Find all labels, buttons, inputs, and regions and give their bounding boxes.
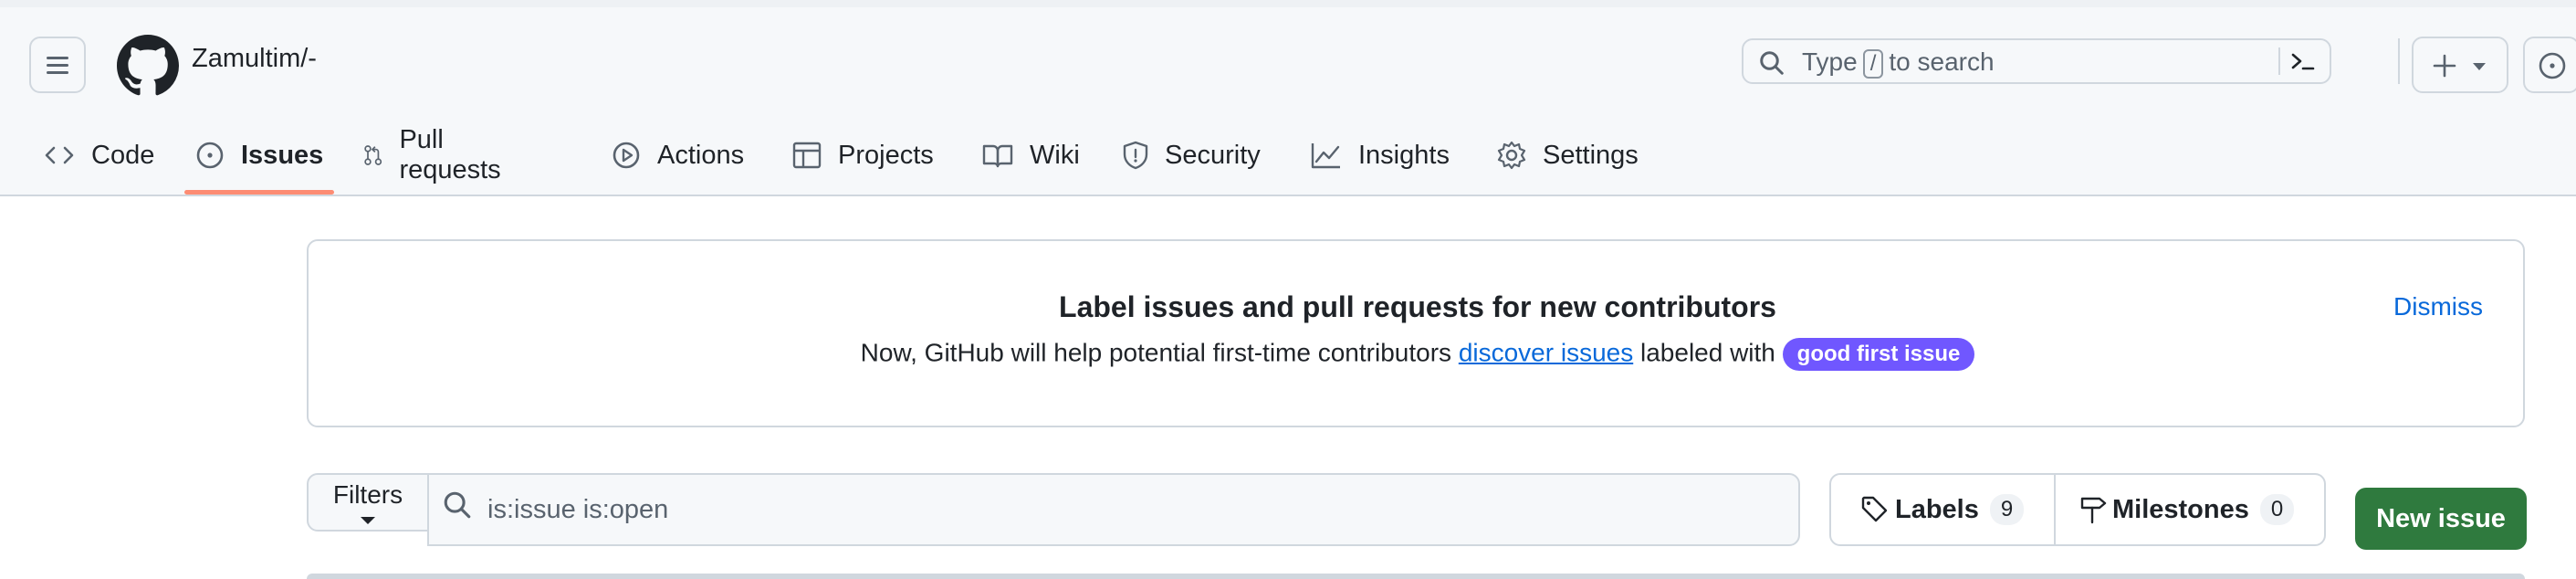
menu-button[interactable] xyxy=(29,37,86,93)
repo-breadcrumb[interactable]: Zamultim/- xyxy=(192,44,317,74)
filters-label: Filters xyxy=(332,480,403,509)
labels-milestones-group: Labels 9 Milestones 0 xyxy=(1829,473,2326,546)
create-new-button[interactable] xyxy=(2412,37,2508,93)
command-palette-icon[interactable] xyxy=(2289,49,2317,75)
milestones-label: Milestones xyxy=(2112,494,2249,524)
issues-search-input[interactable]: is:issue is:open xyxy=(427,473,1800,546)
shield-icon xyxy=(1123,141,1148,170)
tab-wiki[interactable]: Wiki xyxy=(982,119,1080,192)
tab-projects-label: Projects xyxy=(838,140,934,170)
tag-icon xyxy=(1861,496,1888,522)
code-icon xyxy=(45,146,74,164)
good-first-issue-label[interactable]: good first issue xyxy=(1782,338,1975,371)
tab-security[interactable]: Security xyxy=(1123,119,1261,192)
tab-settings[interactable]: Settings xyxy=(1497,119,1639,192)
graph-icon xyxy=(1311,143,1340,169)
banner-body-text-2: labeled with xyxy=(1640,338,1775,367)
search-placeholder: Type / to search xyxy=(1802,47,1995,79)
search-input[interactable]: Type / to search xyxy=(1742,38,2331,84)
issues-search-query: is:issue is:open xyxy=(487,495,669,524)
hamburger-icon xyxy=(47,57,68,74)
search-icon xyxy=(1760,51,1784,75)
milestone-icon xyxy=(2080,497,2107,524)
tab-actions[interactable]: Actions xyxy=(612,119,744,192)
play-icon xyxy=(613,142,640,169)
labels-label: Labels xyxy=(1895,494,1979,524)
search-placeholder-before: Type xyxy=(1802,47,1858,76)
discover-issues-link[interactable]: discover issues xyxy=(1459,338,1633,366)
banner-body-text: Now, GitHub will help potential first-ti… xyxy=(860,338,1452,367)
banner-body: Now, GitHub will help potential first-ti… xyxy=(309,338,2527,371)
tab-insights[interactable]: Insights xyxy=(1311,119,1450,192)
labels-milestones-divider xyxy=(2054,475,2056,544)
book-icon xyxy=(982,144,1013,168)
github-logo-icon[interactable] xyxy=(117,35,179,97)
search-placeholder-after: to search xyxy=(1889,47,1995,76)
issue-opened-icon xyxy=(196,142,224,169)
tab-issues-label: Issues xyxy=(241,140,324,170)
search-icon xyxy=(444,491,471,519)
issues-list-top-border xyxy=(307,574,2525,579)
active-tab-underline xyxy=(184,190,334,195)
milestones-button[interactable]: Milestones 0 xyxy=(2079,475,2295,544)
search-shortcut-key: / xyxy=(1862,49,1884,79)
gear-icon xyxy=(1497,141,1526,170)
triangle-down-icon xyxy=(361,517,375,524)
search-divider xyxy=(2278,47,2280,75)
filters-button[interactable]: Filters xyxy=(307,473,429,532)
triangle-down-icon xyxy=(2473,63,2486,70)
tab-issues[interactable]: Issues xyxy=(195,119,323,192)
issue-opened-icon xyxy=(2539,52,2566,79)
plus-icon xyxy=(2433,54,2456,78)
tab-actions-label: Actions xyxy=(657,140,745,170)
dismiss-link[interactable]: Dismiss xyxy=(2393,292,2483,321)
tab-pull-requests-label: Pull requests xyxy=(399,125,501,184)
tab-projects[interactable]: Projects xyxy=(792,119,934,192)
labels-count: 9 xyxy=(1989,494,2025,525)
tab-code[interactable]: Code xyxy=(44,119,154,192)
git-pull-request-icon xyxy=(364,145,382,165)
new-issue-button[interactable]: New issue xyxy=(2355,488,2527,550)
your-issues-button[interactable] xyxy=(2523,37,2576,93)
table-icon xyxy=(792,142,822,169)
tab-security-label: Security xyxy=(1165,140,1261,170)
header-separator xyxy=(2398,38,2400,84)
tab-code-label: Code xyxy=(91,140,155,170)
new-contributors-banner: Label issues and pull requests for new c… xyxy=(307,239,2525,427)
banner-title: Label issues and pull requests for new c… xyxy=(1059,290,1776,323)
labels-button[interactable]: Labels 9 xyxy=(1860,475,2025,544)
tab-settings-label: Settings xyxy=(1543,140,1639,170)
tab-wiki-label: Wiki xyxy=(1030,140,1080,170)
tab-insights-label: Insights xyxy=(1358,140,1450,170)
tab-pull-requests[interactable]: Pull requests xyxy=(363,119,508,192)
milestones-count: 0 xyxy=(2259,494,2295,525)
